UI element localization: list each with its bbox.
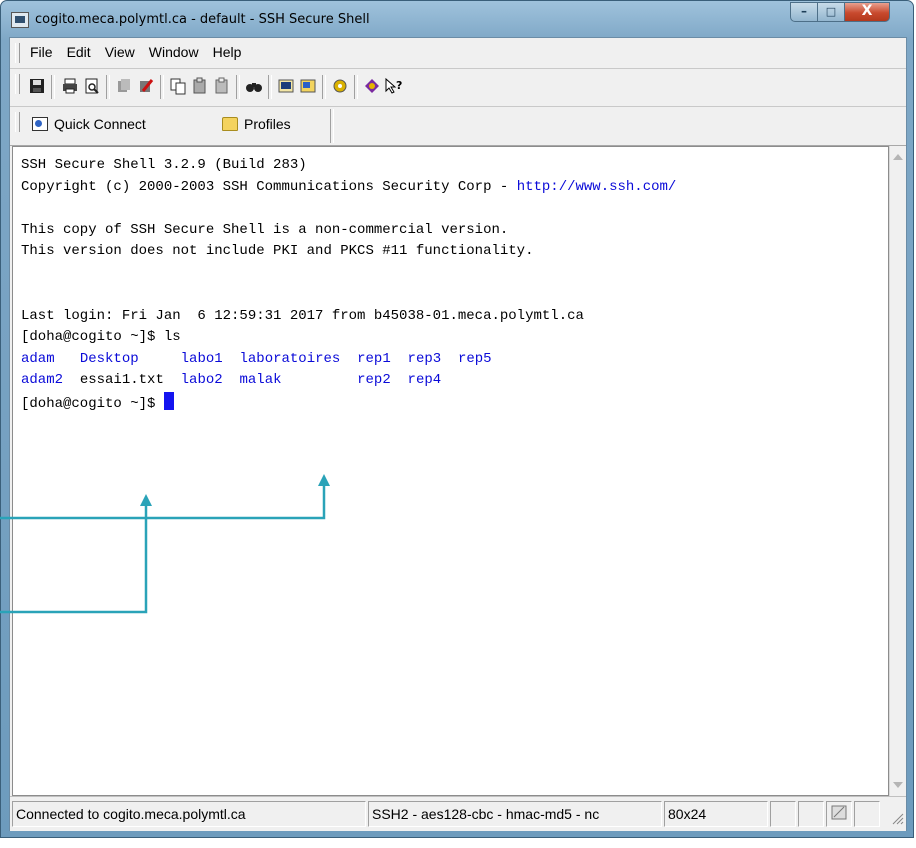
- terminal-line: This copy of SSH Secure Shell is a non-c…: [21, 221, 509, 238]
- terminal-line: Copyright (c) 2000-2003 SSH Communicatio…: [21, 177, 880, 199]
- menu-bar: File Edit View Window Help: [10, 38, 906, 69]
- status-bar: Connected to cogito.meca.polymtl.ca SSH2…: [10, 796, 906, 831]
- protocol-status: SSH2 - aes128-cbc - hmac-md5 - nc: [368, 801, 662, 827]
- terminal-line: This version does not include PKI and PK…: [21, 243, 534, 259]
- minimize-button[interactable]: –: [790, 2, 818, 22]
- status-pane-empty: [854, 801, 880, 827]
- ls-entry: adam: [21, 350, 55, 367]
- menu-help[interactable]: Help: [213, 44, 242, 60]
- menu-window[interactable]: Window: [149, 44, 199, 60]
- quickbar-divider: [330, 109, 334, 143]
- title-bar[interactable]: cogito.meca.polymtl.ca - default - SSH S…: [1, 1, 913, 37]
- terminal-line: Last login: Fri Jan 6 12:59:31 2017 from…: [21, 307, 584, 324]
- terminal-cursor: [163, 391, 174, 410]
- quick-connect-icon: [32, 117, 48, 131]
- quick-connect-button[interactable]: Quick Connect: [32, 116, 146, 132]
- find-icon[interactable]: [244, 77, 264, 97]
- window-title: cogito.meca.polymtl.ca - default - SSH S…: [35, 12, 370, 27]
- disconnect-icon[interactable]: [114, 77, 134, 97]
- size-grip-icon[interactable]: [890, 810, 904, 829]
- resize-indicator-icon: [826, 801, 852, 827]
- scroll-up-icon[interactable]: [893, 154, 903, 160]
- toolbar-grip[interactable]: [15, 74, 20, 94]
- menu-grip[interactable]: [15, 43, 20, 63]
- quick-connect-label: Quick Connect: [54, 116, 146, 132]
- toolbar-separator: [322, 75, 326, 99]
- scroll-down-icon[interactable]: [893, 782, 903, 788]
- prompt-line: [doha@cogito ~]$: [21, 391, 880, 414]
- help-icon[interactable]: [362, 77, 382, 97]
- toolbar-separator: [160, 75, 164, 99]
- ls-entry: rep1: [357, 350, 391, 367]
- ssh-window: cogito.meca.polymtl.ca - default - SSH S…: [0, 0, 914, 838]
- ls-entry: rep3: [407, 350, 442, 367]
- ls-entry: labo2: [180, 372, 223, 388]
- profiles-label: Profiles: [244, 116, 291, 132]
- ls-entry: adam2: [21, 372, 64, 388]
- ls-entry: rep5: [457, 350, 492, 367]
- ls-file-entry: essai1.txt: [79, 372, 164, 388]
- ls-entry: laboratoires: [239, 350, 341, 367]
- svg-text:?: ?: [396, 79, 402, 92]
- terminal-line: [doha@cogito ~]$ ls: [21, 329, 181, 345]
- toolbar-separator: [354, 75, 358, 99]
- folder-icon: [222, 117, 238, 131]
- ls-output-row: adam Desktop labo1 laboratoires rep1 rep…: [21, 349, 880, 371]
- app-icon[interactable]: [11, 12, 29, 28]
- close-button[interactable]: X: [844, 2, 890, 22]
- copy-icon[interactable]: [168, 77, 188, 97]
- ls-entry: rep4: [407, 372, 442, 388]
- toolbar: ?: [10, 69, 906, 107]
- settings-gear-icon[interactable]: [330, 77, 350, 97]
- connection-status: Connected to cogito.meca.polymtl.ca: [12, 801, 366, 827]
- shell-prompt: [doha@cogito ~]$: [21, 395, 164, 412]
- ls-entry: Desktop: [79, 350, 139, 367]
- toolbar-separator: [236, 75, 240, 99]
- client-area: File Edit View Window Help ? Quick Conne…: [9, 37, 907, 831]
- menu-view[interactable]: View: [105, 44, 135, 60]
- toolbar-separator: [268, 75, 272, 99]
- toolbar-separator: [51, 75, 55, 99]
- terminal-output[interactable]: SSH Secure Shell 3.2.9 (Build 283) Copyri…: [12, 146, 889, 796]
- print-preview-icon[interactable]: [82, 77, 102, 97]
- quickbar-grip[interactable]: [15, 112, 20, 132]
- paste-icon[interactable]: [190, 77, 210, 97]
- ls-entry: labo1: [180, 350, 223, 367]
- menu-edit[interactable]: Edit: [67, 44, 91, 60]
- status-pane-empty: [770, 801, 796, 827]
- paste-alt-icon[interactable]: [212, 77, 232, 97]
- whats-this-icon[interactable]: ?: [384, 77, 404, 97]
- copyright-text: Copyright (c) 2000-2003 SSH Communicatio…: [21, 178, 517, 195]
- maximize-button[interactable]: □: [817, 2, 845, 22]
- profiles-button[interactable]: Profiles: [222, 116, 291, 132]
- ls-entry: malak: [239, 372, 282, 388]
- save-icon[interactable]: [27, 77, 47, 97]
- terminal-line: SSH Secure Shell 3.2.9 (Build 283): [21, 157, 307, 173]
- status-pane-empty: [798, 801, 824, 827]
- toolbar-separator: [106, 75, 110, 99]
- file-transfer-icon[interactable]: [298, 77, 318, 97]
- settings-icon[interactable]: [136, 77, 156, 97]
- ssh-url-link[interactable]: http://www.ssh.com/: [517, 179, 677, 195]
- quick-connect-bar: Quick Connect Profiles: [10, 107, 906, 146]
- terminal-size-status: 80x24: [664, 801, 768, 827]
- ls-entry: rep2: [357, 372, 391, 388]
- menu-file[interactable]: File: [30, 44, 53, 60]
- print-icon[interactable]: [60, 77, 80, 97]
- new-terminal-icon[interactable]: [276, 77, 296, 97]
- vertical-scrollbar[interactable]: [889, 146, 906, 796]
- ls-output-row: adam2 essai1.txt labo2 malak rep2 rep4: [21, 370, 880, 392]
